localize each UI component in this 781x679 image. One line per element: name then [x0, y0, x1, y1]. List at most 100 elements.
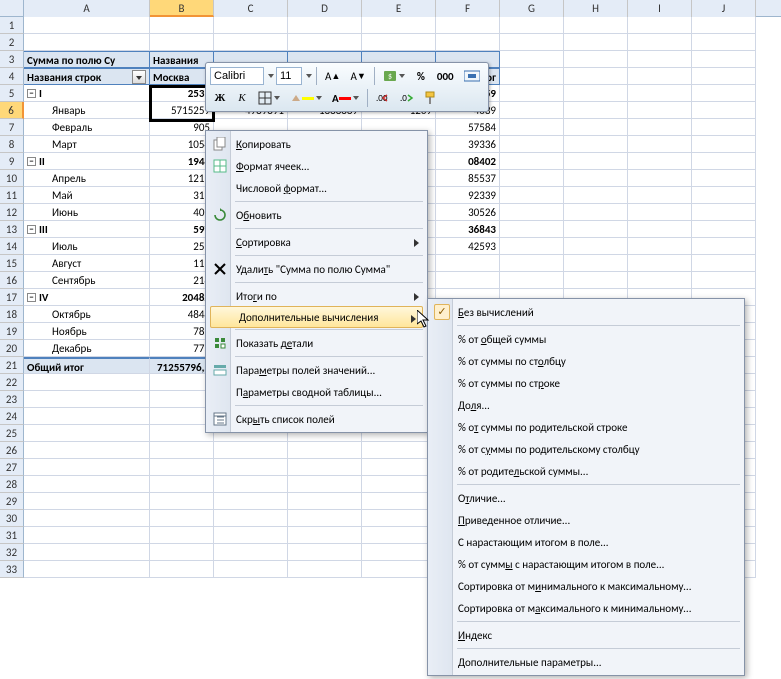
cell[interactable] [436, 255, 500, 272]
col-header-B[interactable]: B [150, 0, 214, 17]
cell[interactable] [436, 272, 500, 289]
group-IV[interactable]: IV [24, 289, 150, 306]
cell[interactable] [214, 527, 288, 544]
row-header[interactable]: 1 [0, 17, 24, 34]
submenu-pct-parent[interactable]: % от родительской суммы... [430, 460, 742, 482]
submenu-pct-running-total[interactable]: % от суммы с нарастающим итогом в поле..… [430, 553, 742, 575]
row-header[interactable]: 18 [0, 306, 24, 323]
cell[interactable] [500, 153, 564, 170]
cell[interactable] [500, 272, 564, 289]
cell[interactable]: 92339 [436, 187, 500, 204]
cell[interactable] [500, 238, 564, 255]
cell[interactable] [564, 204, 628, 221]
cell[interactable] [628, 17, 692, 34]
cell[interactable] [150, 544, 214, 561]
col-header-I[interactable]: I [628, 0, 692, 17]
merge-center-button[interactable] [460, 66, 484, 86]
cell[interactable] [24, 17, 150, 34]
cell[interactable] [150, 510, 214, 527]
row-header[interactable]: 23 [0, 391, 24, 408]
cell[interactable] [362, 493, 436, 510]
collapse-icon[interactable] [27, 89, 36, 98]
submenu-share[interactable]: Доля... [430, 394, 742, 416]
menu-additional-calculations[interactable]: Дополнительные вычисления [210, 306, 423, 328]
cell[interactable] [564, 119, 628, 136]
col-header-E[interactable]: E [362, 0, 436, 17]
menu-subtotals[interactable]: Итоги по [208, 285, 425, 307]
cell[interactable] [150, 459, 214, 476]
cell[interactable] [692, 272, 756, 289]
cell[interactable] [564, 153, 628, 170]
cell[interactable] [150, 442, 214, 459]
row-november[interactable]: Ноябрь [24, 323, 150, 340]
cell[interactable] [362, 527, 436, 544]
cell[interactable] [692, 238, 756, 255]
row-february[interactable]: Февраль [24, 119, 150, 136]
cell[interactable] [214, 476, 288, 493]
row-header[interactable]: 4 [0, 68, 24, 85]
row-header[interactable]: 7 [0, 119, 24, 136]
collapse-icon[interactable] [27, 157, 36, 166]
menu-delete-field[interactable]: Удалить "Сумма по полю Сумма" [208, 258, 425, 280]
cell[interactable] [692, 153, 756, 170]
row-may[interactable]: Май [24, 187, 150, 204]
row-header[interactable]: 25 [0, 425, 24, 442]
cell[interactable] [362, 544, 436, 561]
format-painter-button[interactable] [420, 88, 442, 108]
cell[interactable]: 30526 [436, 204, 500, 221]
cell[interactable] [24, 561, 150, 578]
cell[interactable] [500, 68, 564, 85]
row-header[interactable]: 16 [0, 272, 24, 289]
decrease-decimal-button[interactable]: .00 [372, 88, 394, 108]
menu-refresh[interactable]: Обновить [208, 204, 425, 226]
row-august[interactable]: Август [24, 255, 150, 272]
row-header[interactable]: 29 [0, 493, 24, 510]
menu-value-field-settings[interactable]: Параметры полей значений... [208, 359, 425, 381]
cell[interactable] [500, 102, 564, 119]
col-header-J[interactable]: J [692, 0, 756, 17]
cell[interactable] [362, 561, 436, 578]
cell[interactable] [564, 136, 628, 153]
cell[interactable] [436, 34, 500, 51]
font-size-select[interactable] [276, 67, 302, 85]
cell[interactable] [214, 442, 288, 459]
cell[interactable] [288, 17, 362, 34]
cell[interactable] [564, 170, 628, 187]
cell[interactable] [288, 476, 362, 493]
cell[interactable] [628, 34, 692, 51]
row-january[interactable]: Январь [24, 102, 150, 119]
cell[interactable] [500, 187, 564, 204]
submenu-pct-parent-col[interactable]: % от суммы по родительскому столбцу [430, 438, 742, 460]
cell[interactable] [24, 459, 150, 476]
cell[interactable] [288, 459, 362, 476]
cell[interactable] [24, 391, 150, 408]
row-header[interactable]: 8 [0, 136, 24, 153]
col-header-D[interactable]: D [288, 0, 362, 17]
cell[interactable] [214, 561, 288, 578]
cell[interactable] [500, 17, 564, 34]
row-header[interactable]: 9 [0, 153, 24, 170]
group-II[interactable]: II [24, 153, 150, 170]
chevron-down-icon[interactable] [306, 74, 312, 78]
cell[interactable] [288, 561, 362, 578]
cell[interactable] [564, 68, 628, 85]
submenu-rank-asc[interactable]: Сортировка от минимального к максимально… [430, 575, 742, 597]
row-header[interactable]: 5 [0, 85, 24, 102]
cell[interactable] [500, 136, 564, 153]
cell[interactable] [692, 68, 756, 85]
row-header[interactable]: 10 [0, 170, 24, 187]
cell[interactable] [628, 102, 692, 119]
cell[interactable] [564, 221, 628, 238]
grow-font-button[interactable]: A▲ [321, 66, 344, 86]
row-header[interactable]: 3 [0, 51, 24, 68]
cell[interactable] [564, 272, 628, 289]
cell[interactable] [628, 221, 692, 238]
col-header-H[interactable]: H [564, 0, 628, 17]
submenu-pct-difference[interactable]: Приведенное отличие... [430, 509, 742, 531]
row-header[interactable]: 30 [0, 510, 24, 527]
cell[interactable] [288, 510, 362, 527]
grand-total-row[interactable]: Общий итог [24, 357, 150, 374]
increase-decimal-button[interactable]: .0 [396, 88, 418, 108]
cell[interactable] [564, 238, 628, 255]
select-all-corner[interactable] [0, 0, 24, 16]
